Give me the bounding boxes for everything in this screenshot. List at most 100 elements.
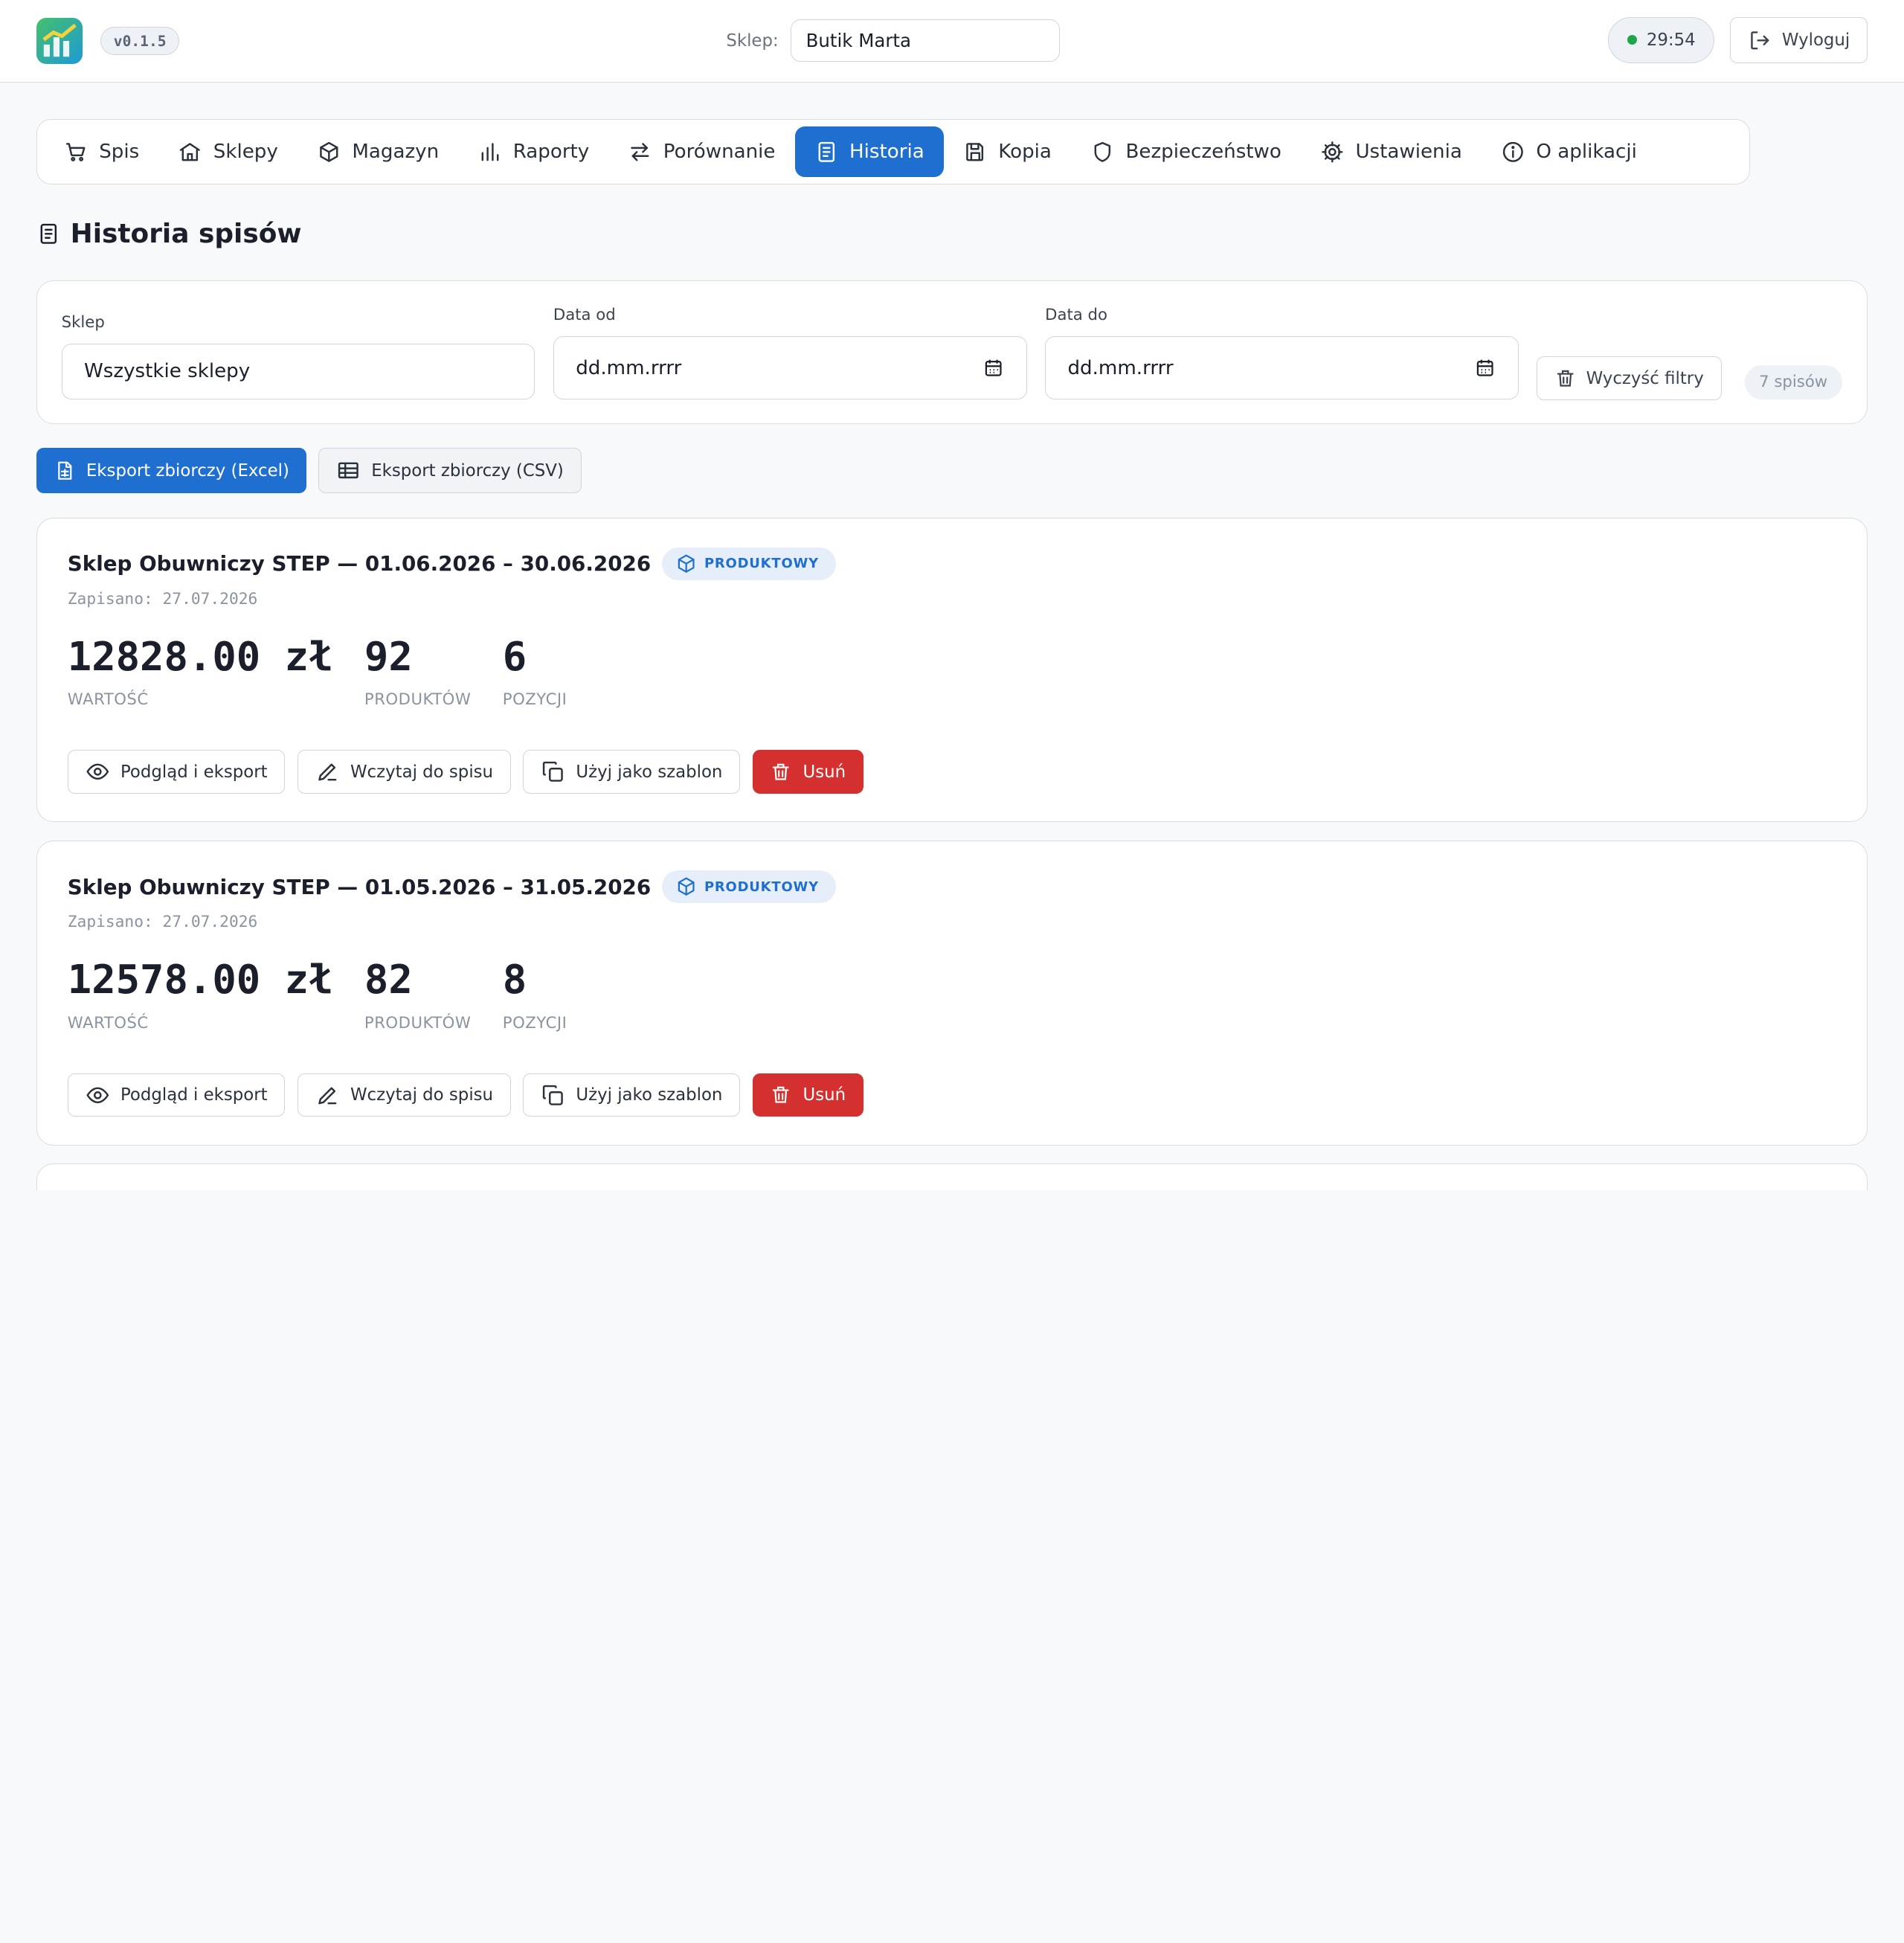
nav-item-ustawienia[interactable]: Ustawienia xyxy=(1301,126,1482,178)
box-icon xyxy=(678,554,695,573)
preview-export-button[interactable]: Podgląd i eksport xyxy=(67,1073,286,1117)
header-shop-value: Butik Marta xyxy=(805,30,912,52)
calendar-icon[interactable] xyxy=(1474,357,1496,379)
card-saved-date: Zapisano: 27.07.2026 xyxy=(67,913,258,932)
use-as-template-button[interactable]: Użyj jako szablon xyxy=(523,750,741,794)
clear-filters-label: Wyczyść filtry xyxy=(1586,368,1704,388)
nav-item-historia[interactable]: Historia xyxy=(794,126,944,178)
delete-label: Usuń xyxy=(803,762,846,782)
page-title-text: Historia spisów xyxy=(70,218,302,249)
main-nav: Spis Sklepy Magazyn Raporty Porównanie H… xyxy=(36,119,1750,185)
filter-date-to: Data do dd.mm.rrrr xyxy=(1045,306,1519,399)
nav-item-label: Sklepy xyxy=(213,141,278,164)
save-icon xyxy=(966,142,984,161)
filter-date-from-input[interactable]: dd.mm.rrrr xyxy=(553,336,1027,399)
pencil-icon xyxy=(318,1087,337,1105)
nav-item-label: Kopia xyxy=(998,141,1052,164)
top-bar: v0.1.5 Sklep: Butik Marta 29:54 Wyloguj xyxy=(0,0,1904,83)
status-dot-icon xyxy=(1627,35,1637,45)
filter-shop: Sklep Wszystkie sklepy xyxy=(61,312,536,399)
filter-date-to-value: dd.mm.rrrr xyxy=(1067,356,1174,379)
stat-positions: 8 POZYCJI xyxy=(503,955,567,1032)
filter-date-from: Data od dd.mm.rrrr xyxy=(553,306,1027,399)
nav-item-sklepy[interactable]: Sklepy xyxy=(158,126,298,178)
filter-date-from-value: dd.mm.rrrr xyxy=(576,356,682,379)
export-csv-button[interactable]: Eksport zbiorczy (CSV) xyxy=(318,448,582,493)
copy-icon xyxy=(542,762,563,783)
store-icon xyxy=(180,142,201,161)
nav-item-label: Ustawienia xyxy=(1355,141,1462,164)
header-shop-label: Sklep: xyxy=(726,30,779,51)
preview-export-button[interactable]: Podgląd i eksport xyxy=(67,750,286,794)
table-icon xyxy=(338,462,358,479)
filter-shop-select[interactable]: Wszystkie sklepy xyxy=(61,343,536,399)
stat-products-number: 82 xyxy=(364,956,413,1003)
export-excel-button[interactable]: Eksport zbiorczy (Excel) xyxy=(36,448,306,493)
version-badge: v0.1.5 xyxy=(100,26,179,56)
nav-item-label: O aplikacji xyxy=(1536,141,1637,164)
arrows-swap-icon xyxy=(631,142,649,161)
nav-item-label: Raporty xyxy=(512,141,590,164)
eye-icon xyxy=(86,1087,109,1103)
preview-export-label: Podgląd i eksport xyxy=(120,762,268,782)
filter-shop-label: Sklep xyxy=(61,312,105,332)
file-spreadsheet-icon xyxy=(58,461,72,480)
history-card xyxy=(36,1163,1868,1191)
type-badge: PRODUKTOWY xyxy=(661,870,836,904)
nav-item-magazyn[interactable]: Magazyn xyxy=(298,126,458,178)
nav-item-bezpieczenstwo[interactable]: Bezpieczeństwo xyxy=(1071,126,1301,178)
use-as-template-button[interactable]: Użyj jako szablon xyxy=(523,1073,741,1117)
calendar-icon[interactable] xyxy=(982,357,1004,379)
stat-value-total: 12578.00 zł WARTOŚĆ xyxy=(68,955,333,1032)
preview-export-label: Podgląd i eksport xyxy=(120,1085,268,1105)
logout-icon xyxy=(1751,30,1769,49)
nav-item-raporty[interactable]: Raporty xyxy=(458,126,608,178)
use-as-template-label: Użyj jako szablon xyxy=(576,762,723,782)
bar-chart-icon xyxy=(481,142,499,161)
trash-icon xyxy=(1557,370,1574,387)
info-icon xyxy=(1502,141,1523,162)
header-shop-select[interactable]: Butik Marta xyxy=(790,19,1061,62)
stat-value-total-label: WARTOŚĆ xyxy=(67,690,149,710)
nav-item-label: Porównanie xyxy=(663,141,776,164)
card-title: Sklep Obuwniczy STEP — 01.06.2026 – 30.0… xyxy=(67,551,652,577)
stat-value-total: 12828.00 zł WARTOŚĆ xyxy=(68,632,333,709)
delete-button[interactable]: Usuń xyxy=(752,750,863,794)
header-shop-selector: Sklep: Butik Marta xyxy=(726,19,1061,62)
use-as-template-label: Użyj jako szablon xyxy=(576,1085,723,1105)
logout-label: Wyloguj xyxy=(1781,30,1850,50)
logout-button[interactable]: Wyloguj xyxy=(1730,16,1868,63)
filter-date-from-label: Data od xyxy=(553,305,616,324)
filter-shop-value: Wszystkie sklepy xyxy=(83,360,251,383)
card-title-row: Sklep Obuwniczy STEP — 01.05.2026 – 31.0… xyxy=(68,870,836,904)
nav-item-kopia[interactable]: Kopia xyxy=(944,126,1071,178)
pencil-icon xyxy=(318,763,337,781)
copy-icon xyxy=(542,1085,563,1105)
stat-positions: 6 POZYCJI xyxy=(503,632,567,709)
filter-date-to-input[interactable]: dd.mm.rrrr xyxy=(1045,336,1519,399)
stat-positions-number: 6 xyxy=(502,632,527,680)
card-title-row: Sklep Obuwniczy STEP — 01.06.2026 – 30.0… xyxy=(68,547,836,580)
load-to-inventory-label: Wczytaj do spisu xyxy=(350,1085,494,1105)
clear-filters-button[interactable]: Wyczyść filtry xyxy=(1537,356,1722,401)
export-csv-label: Eksport zbiorczy (CSV) xyxy=(371,460,564,481)
nav-item-spis[interactable]: Spis xyxy=(45,126,159,178)
load-to-inventory-button[interactable]: Wczytaj do spisu xyxy=(297,1073,511,1117)
trash-icon xyxy=(773,1087,789,1103)
cart-icon xyxy=(65,142,86,161)
load-to-inventory-button[interactable]: Wczytaj do spisu xyxy=(297,750,511,794)
delete-button[interactable]: Usuń xyxy=(752,1073,863,1117)
stat-value-total-number: 12578.00 zł xyxy=(67,956,333,1003)
nav-item-label: Bezpieczeństwo xyxy=(1125,141,1281,164)
nav-item-porownanie[interactable]: Porównanie xyxy=(608,126,794,178)
export-excel-label: Eksport zbiorczy (Excel) xyxy=(86,460,289,481)
stat-products: 82 PRODUKTÓW xyxy=(364,955,471,1032)
nav-item-o-aplikacji[interactable]: O aplikacji xyxy=(1482,126,1656,178)
nav-item-label: Magazyn xyxy=(352,141,440,164)
box-icon xyxy=(678,877,695,896)
delete-label: Usuń xyxy=(803,1085,846,1105)
export-row: Eksport zbiorczy (Excel) Eksport zbiorcz… xyxy=(36,448,582,493)
type-badge-label: PRODUKTOWY xyxy=(704,879,819,895)
session-timer: 29:54 xyxy=(1608,16,1715,63)
stat-products: 92 PRODUKTÓW xyxy=(364,632,471,709)
